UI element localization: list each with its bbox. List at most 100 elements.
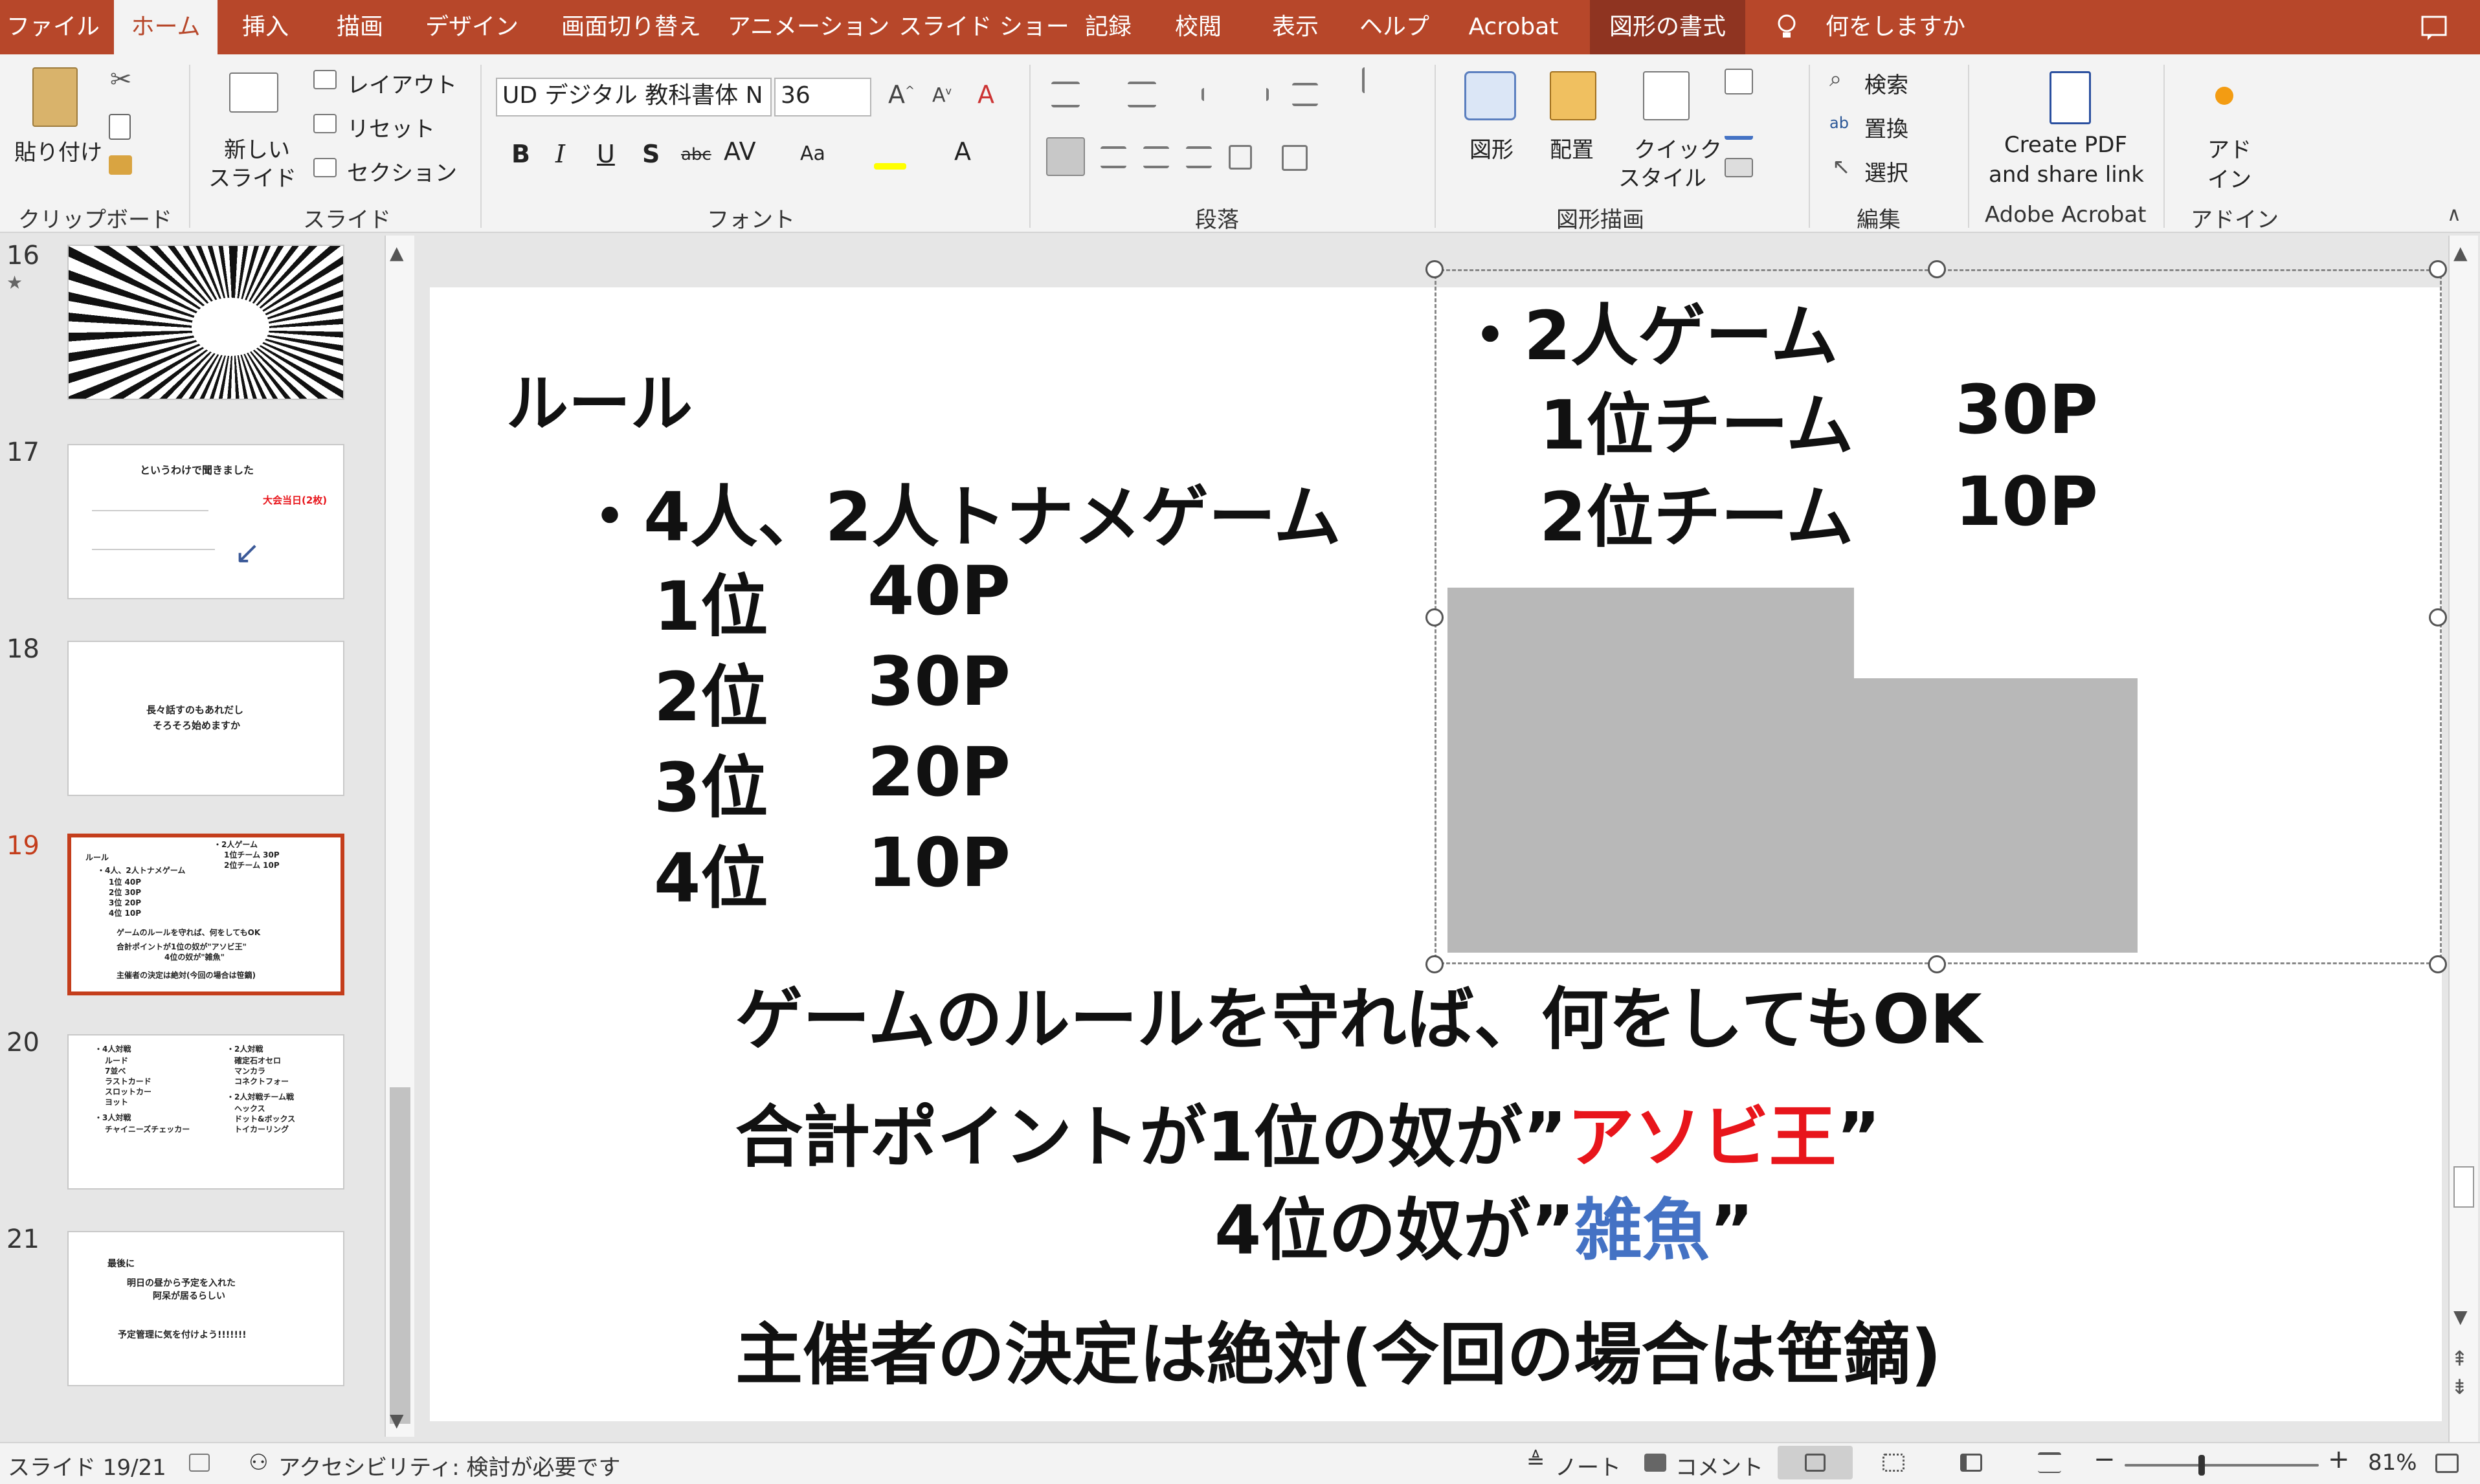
paste-button[interactable]: 貼り付け [14,135,102,166]
zoom-out-icon[interactable]: − [2094,1445,2116,1474]
shape-effects-icon[interactable] [1725,158,1753,177]
replace-button[interactable]: 置換 [1864,111,1908,143]
team-2-label[interactable]: 2位チーム [1539,462,1853,560]
replace-icon[interactable]: ab [1829,114,1849,132]
spellcheck-icon[interactable] [189,1454,210,1472]
four-two-player-heading[interactable]: ・4人、2人トナメゲーム [576,462,1341,560]
select-icon[interactable]: ↖ [1832,154,1851,180]
tab-review[interactable]: 校閲 [1163,0,1234,54]
highlight-icon[interactable] [874,163,906,170]
scroll-up-icon[interactable]: ▲ [390,242,404,263]
align-right-icon[interactable] [1143,146,1169,168]
rank-2-label[interactable]: 2位 [654,642,768,740]
rank-1-points[interactable]: 40P [867,551,1011,630]
bullets-icon[interactable] [1051,82,1080,107]
tab-shape-format[interactable]: 図形の書式 [1590,0,1745,54]
slide-thumbnail-16[interactable] [67,245,344,400]
comments-button[interactable]: コメント [1675,1450,1763,1481]
create-pdf-label-2[interactable]: and share link [1989,162,2144,188]
decrease-indent-icon[interactable] [1201,88,1227,101]
scroll-up-icon[interactable]: ▲ [2453,242,2468,263]
layout-button[interactable]: レイアウト [347,67,457,99]
rule-heading[interactable]: ルール [506,353,693,443]
format-painter-icon[interactable] [109,155,132,175]
shape-outline-icon[interactable] [1725,114,1753,140]
scroll-down-icon[interactable]: ▼ [390,1410,404,1431]
team-2-points[interactable]: 10P [1955,462,2098,541]
change-case-icon[interactable]: Aa [800,142,825,165]
clear-format-icon[interactable]: A [977,80,994,109]
rank-3-label[interactable]: 3位 [654,733,768,830]
add-in-label-2[interactable]: イン [2207,162,2251,194]
tab-acrobat[interactable]: Acrobat [1454,0,1573,54]
reading-view-icon[interactable] [1960,1454,1982,1472]
slide-thumbnail-17[interactable]: というわけで聞きました 大会当日(2枚) ↙ [67,444,344,599]
cut-icon[interactable]: ✂ [110,65,132,94]
zoom-slider[interactable] [2125,1464,2319,1467]
reset-icon[interactable] [313,114,337,133]
slide-thumbnail-18[interactable]: 長々話すのもあれだし そろそろ始めますか [67,641,344,796]
shrink-font-icon[interactable]: Av [932,84,952,107]
shape-fill-icon[interactable] [1725,69,1753,94]
create-pdf-label-1[interactable]: Create PDF [2004,132,2127,158]
zoom-slider-thumb[interactable] [2198,1455,2205,1476]
tab-help[interactable]: ヘルプ [1356,0,1433,54]
thumbnail-scroll-thumb[interactable] [390,1087,410,1424]
slide-thumbnail-19-selected[interactable]: ルール ・4人、2人トナメゲーム 1位 40P 2位 30P 3位 20P 4位… [67,834,344,995]
bold-icon[interactable]: B [511,140,530,168]
shapes-button[interactable]: 図形 [1469,132,1514,164]
align-left-icon[interactable] [1046,137,1085,176]
rank-4-points[interactable]: 10P [867,823,1011,902]
font-size-select[interactable]: 36 [774,78,871,116]
host-decision-line[interactable]: 主催者の決定は絶対(今回の場合は笹鏑) [735,1300,1941,1397]
tab-file[interactable]: ファイル [0,0,106,54]
rank-4-label[interactable]: 4位 [654,823,768,921]
text-direction-icon[interactable] [1362,67,1394,93]
select-button[interactable]: 選択 [1864,155,1908,187]
rank-2-points[interactable]: 30P [867,642,1011,721]
accessibility-icon[interactable]: ⚇ [249,1450,268,1476]
layout-icon[interactable] [313,70,337,89]
rank-1-label[interactable]: 1位 [654,551,768,649]
notes-button[interactable]: ノート [1555,1450,1621,1481]
tab-design[interactable]: デザイン [417,0,527,54]
tell-me-search[interactable]: 何をしますか [1826,0,1965,54]
line-spacing-icon[interactable] [1292,83,1318,106]
zako-line[interactable]: 4位の奴が”雑魚” [1214,1175,1754,1273]
comment-icon[interactable] [2415,0,2453,54]
previous-slide-icon[interactable]: ⇞ [2451,1346,2468,1371]
collapse-ribbon-icon[interactable]: ∧ [2447,203,2461,226]
quick-styles-icon[interactable] [1643,71,1690,120]
numbering-icon[interactable] [1128,82,1156,107]
tab-view[interactable]: 表示 [1260,0,1331,54]
resize-handle[interactable] [1425,260,1444,278]
quick-styles-label-2[interactable]: スタイル [1618,161,1706,192]
create-pdf-icon[interactable] [2050,71,2091,124]
zoom-in-icon[interactable]: + [2328,1445,2350,1474]
zoom-level[interactable]: 81% [2368,1450,2417,1476]
slide-thumbnail-21[interactable]: 最後に 明日の昼から予定を入れた 阿呆が居るらしい 予定管理に気を付けよう!!!… [67,1231,344,1386]
resize-handle[interactable] [1425,608,1444,626]
strikethrough-icon[interactable]: abc [681,145,711,164]
increase-indent-icon[interactable] [1243,88,1269,101]
thumbnail-scrollbar[interactable]: ▲ ▼ [385,236,414,1437]
team-1-points[interactable]: 30P [1955,370,2098,449]
tab-draw[interactable]: 描画 [320,0,400,54]
shapes-icon[interactable] [1464,71,1516,120]
team-1-label[interactable]: 1位チーム [1539,370,1853,468]
resize-handle[interactable] [1928,260,1946,278]
editor-scroll-thumb[interactable] [2453,1166,2474,1208]
slide-thumbnail-20[interactable]: ・4人対戦 ルード 7並べ ラストカード スロットカー ヨット ・3人対戦 チャ… [67,1034,344,1190]
tab-animations[interactable]: アニメーション [721,0,896,54]
new-slide-label-1[interactable]: 新しい [224,132,290,164]
add-in-icon[interactable] [2215,87,2233,105]
quick-styles-label-1[interactable]: クイック [1634,132,1722,164]
tab-transitions[interactable]: 画面切り替え [544,0,719,54]
slide-sorter-icon[interactable] [1882,1454,1905,1472]
two-player-heading[interactable]: ・2人ゲーム [1457,281,1838,379]
underline-icon[interactable]: U [597,140,615,168]
char-spacing-icon[interactable]: AV [724,137,756,166]
tab-slideshow[interactable]: スライド ショー [893,0,1075,54]
rule-ok-line[interactable]: ゲームのルールを守れば、何をしてもOK [735,964,1982,1062]
resize-handle[interactable] [2429,260,2447,278]
